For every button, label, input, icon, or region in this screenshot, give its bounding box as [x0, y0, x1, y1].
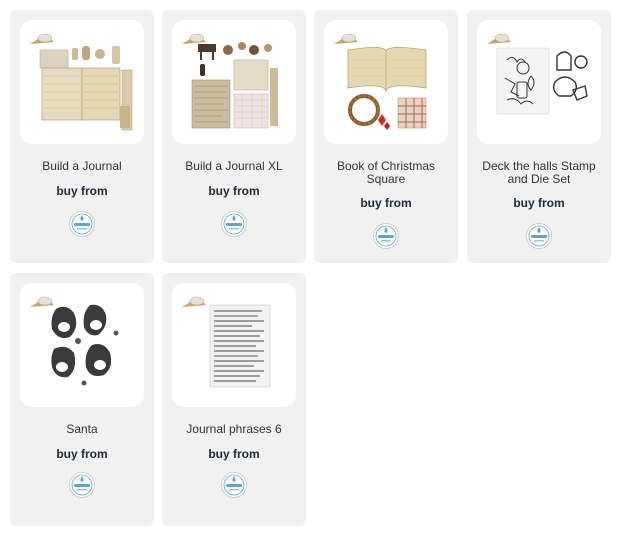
brand-ribbon-icon [487, 33, 511, 44]
product-image[interactable] [477, 20, 601, 144]
buy-from-label[interactable]: buy from [467, 196, 611, 210]
product-title[interactable]: Journal phrases 6 [168, 423, 300, 436]
product-card[interactable]: Build a Journal buy from [10, 10, 154, 263]
brand-ribbon-icon [182, 33, 206, 44]
brand-ribbon-icon [182, 296, 206, 307]
buy-from-label[interactable]: buy from [10, 447, 154, 461]
product-image[interactable] [20, 20, 144, 144]
product-title[interactable]: Book of Christmas Square [320, 160, 452, 186]
retailer-logo-icon[interactable] [372, 222, 400, 250]
buy-from-label[interactable]: buy from [314, 196, 458, 210]
product-title[interactable]: Deck the halls Stamp and Die Set [473, 160, 605, 186]
product-image[interactable] [172, 20, 296, 144]
product-title[interactable]: Build a Journal [16, 160, 148, 173]
product-card[interactable]: Journal phrases 6 buy from [162, 273, 306, 526]
product-card[interactable]: Book of Christmas Square buy from [314, 10, 458, 263]
brand-ribbon-icon [334, 33, 358, 44]
brand-ribbon-icon [30, 296, 54, 307]
buy-from-label[interactable]: buy from [162, 184, 306, 198]
product-card[interactable]: Build a Journal XL buy from [162, 10, 306, 263]
retailer-logo-icon[interactable] [220, 471, 248, 499]
retailer-logo-icon[interactable] [220, 210, 248, 238]
brand-ribbon-icon [30, 33, 54, 44]
product-image[interactable] [20, 283, 144, 407]
buy-from-label[interactable]: buy from [162, 447, 306, 461]
product-image[interactable] [172, 283, 296, 407]
product-card[interactable]: Deck the halls Stamp and Die Set buy fro… [467, 10, 611, 263]
buy-from-label[interactable]: buy from [10, 184, 154, 198]
retailer-logo-icon[interactable] [68, 210, 96, 238]
product-image[interactable] [324, 20, 448, 144]
product-grid: Build a Journal buy from Build a Journal… [0, 0, 620, 548]
retailer-logo-icon[interactable] [68, 471, 96, 499]
retailer-logo-icon[interactable] [525, 222, 553, 250]
product-title[interactable]: Build a Journal XL [168, 160, 300, 173]
product-title[interactable]: Santa [16, 423, 148, 436]
product-card[interactable]: Santa buy from [10, 273, 154, 526]
